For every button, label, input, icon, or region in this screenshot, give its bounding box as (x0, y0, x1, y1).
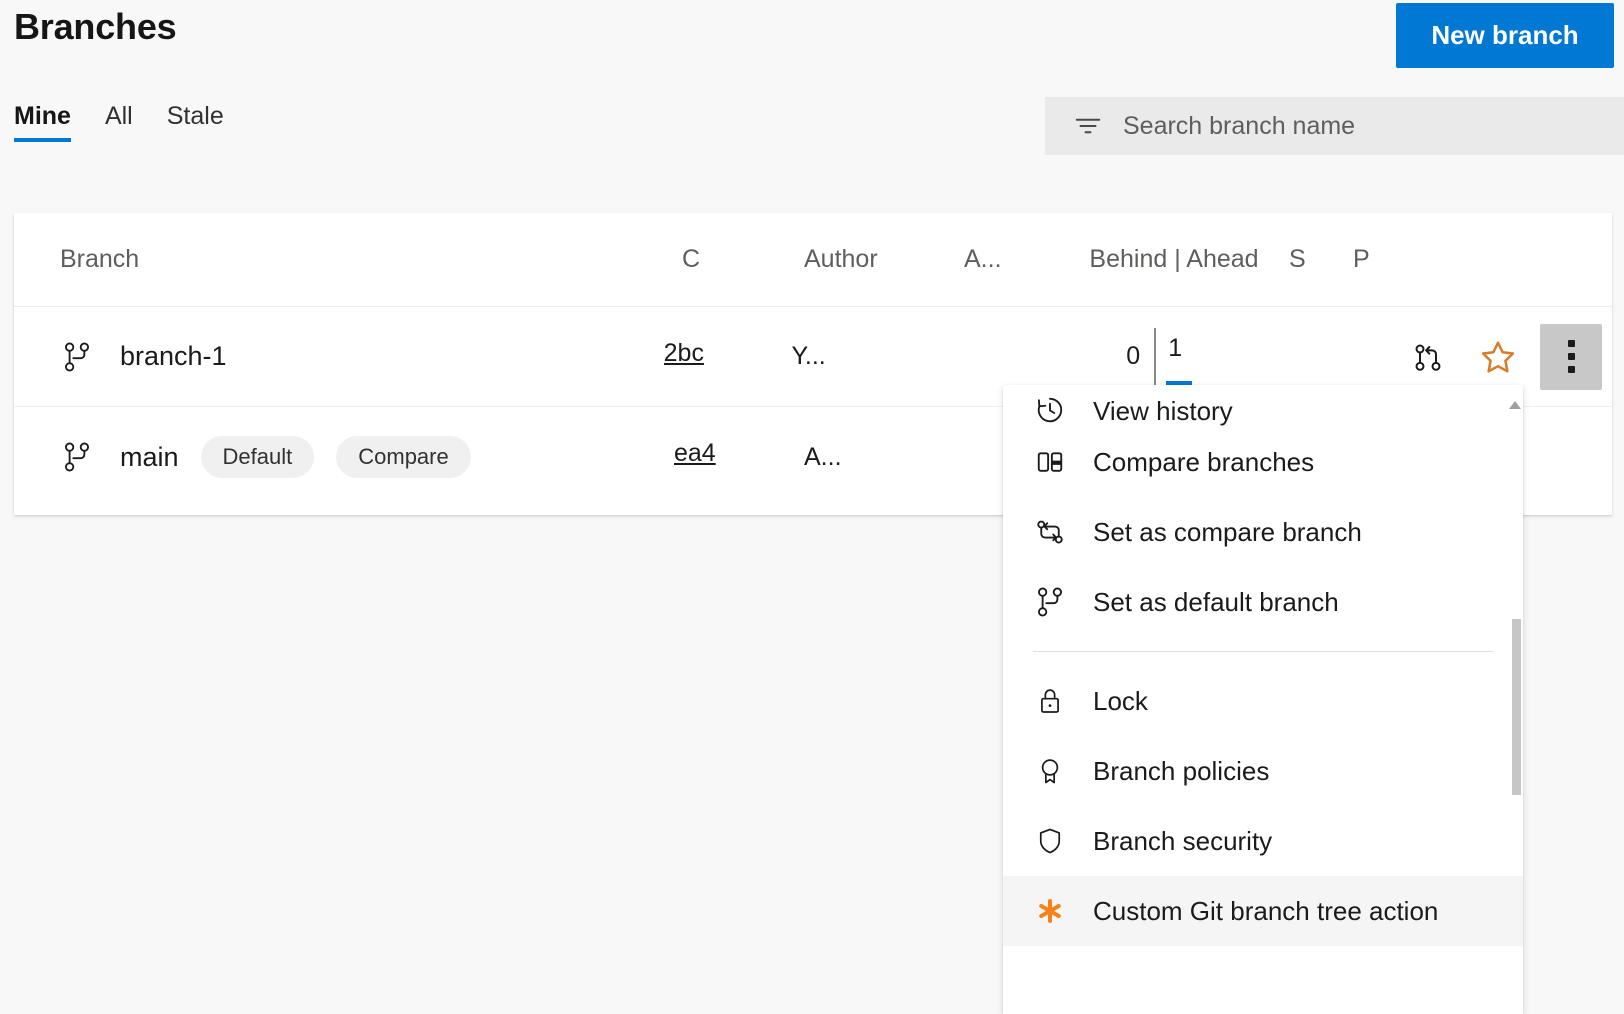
ahead-count: 1 (1168, 328, 1182, 368)
column-header-commit[interactable]: C (674, 245, 804, 274)
menu-item-label: Branch policies (1093, 756, 1269, 787)
tab-all-label: All (105, 102, 133, 130)
branch-filter-tabs: Mine All Stale (14, 100, 224, 160)
menu-item-view-history[interactable]: View history (1003, 385, 1523, 427)
branch-name[interactable]: main (120, 442, 179, 473)
column-header-status[interactable]: S (1289, 245, 1353, 274)
new-branch-button[interactable]: New branch (1396, 3, 1614, 68)
behind-ahead-cell: 0 1 (1042, 322, 1268, 392)
ahead-wrap: 1 (1156, 328, 1196, 386)
menu-item-set-as-default-branch[interactable]: Set as default branch (1003, 567, 1523, 637)
column-header-pull-request[interactable]: P (1353, 245, 1423, 274)
compare-branches-icon (1033, 445, 1067, 479)
column-header-authored-date[interactable]: A... (964, 245, 1059, 274)
compare-branch-tag[interactable]: Compare (336, 436, 470, 478)
author-name: Y... (791, 342, 825, 370)
context-menu-scrollbar[interactable] (1509, 385, 1523, 1014)
menu-item-label: Compare branches (1093, 447, 1314, 478)
asterisk-icon (1033, 894, 1067, 928)
more-options-icon[interactable] (1540, 324, 1602, 390)
menu-item-label: View history (1093, 396, 1233, 427)
menu-item-custom-git-branch-tree-action[interactable]: Custom Git branch tree action (1003, 876, 1523, 946)
tab-mine[interactable]: Mine (14, 100, 71, 160)
menu-separator (1033, 651, 1493, 652)
policies-ribbon-icon (1033, 754, 1067, 788)
lock-icon (1033, 684, 1067, 718)
commit-link[interactable]: 2bс (664, 339, 712, 368)
branch-icon (60, 340, 94, 374)
branch-name[interactable]: branch-1 (120, 341, 227, 372)
author-name: A... (804, 443, 842, 471)
branches-page: Branches New branch Mine All Stale (0, 0, 1624, 1014)
column-header-author[interactable]: Author (804, 245, 964, 274)
page-header: Branches New branch Mine All Stale (0, 0, 1624, 192)
favorite-star-icon[interactable] (1470, 329, 1526, 385)
menu-item-branch-security[interactable]: Branch security (1003, 806, 1523, 876)
menu-item-branch-policies[interactable]: Branch policies (1003, 736, 1523, 806)
menu-item-label: Custom Git branch tree action (1093, 896, 1438, 927)
set-compare-branch-icon (1033, 515, 1067, 549)
branch-cell: main Default Compare (14, 436, 674, 478)
menu-item-label: Branch security (1093, 826, 1272, 857)
history-icon (1033, 393, 1067, 427)
pull-request-icon[interactable] (1400, 329, 1456, 385)
column-header-behind-ahead[interactable]: Behind | Ahead (1059, 245, 1289, 274)
shield-icon (1033, 824, 1067, 858)
default-branch-tag[interactable]: Default (201, 436, 315, 478)
row-actions (1400, 324, 1612, 390)
tab-stale[interactable]: Stale (167, 100, 224, 160)
page-title: Branches (14, 6, 176, 48)
branch-cell: branch-1 (14, 340, 664, 374)
tab-all[interactable]: All (105, 100, 133, 160)
search-branch-container[interactable] (1045, 97, 1624, 155)
filter-icon (1073, 111, 1103, 141)
context-menu-scroll-thumb[interactable] (1512, 619, 1521, 795)
set-default-branch-icon (1033, 585, 1067, 619)
menu-item-set-as-compare-branch[interactable]: Set as compare branch (1003, 497, 1523, 567)
menu-item-lock[interactable]: Lock (1003, 666, 1523, 736)
column-header-branch[interactable]: Branch (14, 245, 674, 274)
menu-item-label: Lock (1093, 686, 1148, 717)
new-branch-button-label: New branch (1431, 20, 1578, 51)
branch-context-menu: View history Compare branches (1003, 385, 1523, 1014)
commit-link[interactable]: ea4 (674, 439, 722, 468)
branch-icon (60, 440, 94, 474)
chevron-up-icon[interactable] (1507, 398, 1523, 412)
context-menu-list: View history Compare branches (1003, 385, 1523, 946)
author-cell: A... (804, 443, 964, 472)
behind-count: 0 (1114, 342, 1154, 371)
menu-item-compare-branches[interactable]: Compare branches (1003, 427, 1523, 497)
commit-cell: 2bс (664, 339, 792, 375)
menu-item-label: Set as default branch (1093, 587, 1339, 618)
more-options-dots (1568, 340, 1575, 373)
menu-item-label: Set as compare branch (1093, 517, 1362, 548)
commit-cell: ea4 (674, 439, 804, 475)
search-input[interactable] (1123, 106, 1623, 146)
author-cell: Y... (791, 342, 948, 371)
behind-ahead-meter: 0 1 (1114, 322, 1196, 392)
table-header-row: Branch C Author A... Behind | Ahead S P (14, 213, 1612, 307)
tab-stale-label: Stale (167, 102, 224, 130)
tab-mine-label: Mine (14, 102, 71, 130)
